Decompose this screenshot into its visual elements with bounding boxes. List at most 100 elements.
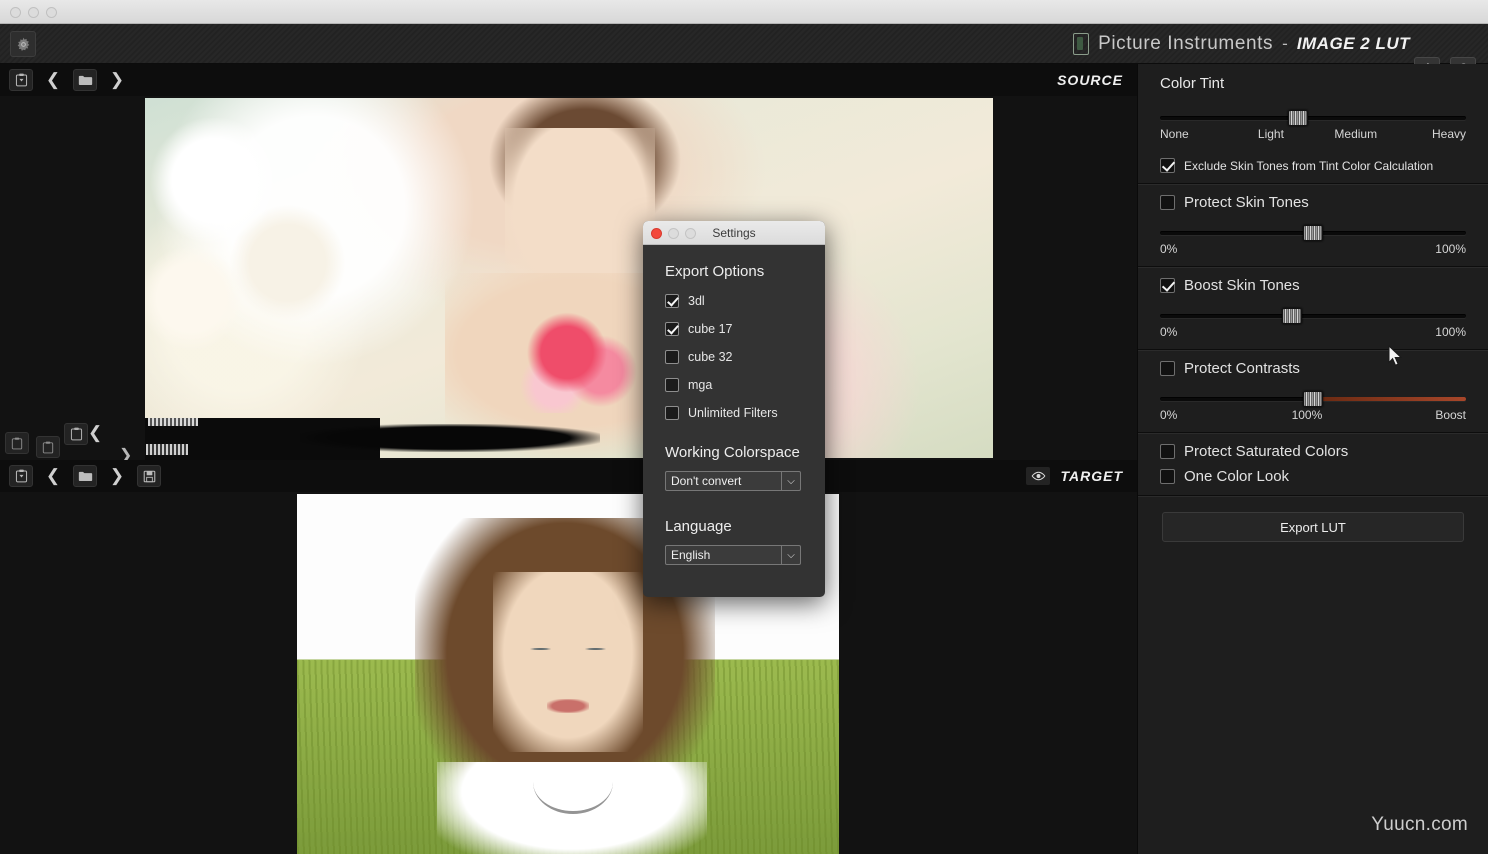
settings-dialog-title: Settings (712, 226, 755, 240)
target-previous-button[interactable]: ❮ (42, 465, 64, 487)
language-value: English (666, 548, 710, 562)
tick-light: Light (1258, 127, 1284, 141)
working-colorspace-value: Don't convert (666, 474, 741, 488)
dialog-close-button[interactable] (651, 228, 662, 239)
export-option-3dl-checkbox[interactable] (665, 294, 679, 308)
toolbar-ghost-artifact: ❮ ❯ (0, 418, 145, 460)
brand-dash: - (1282, 34, 1288, 54)
export-option-cube32-row[interactable]: cube 32 (665, 350, 803, 364)
export-option-unlimited-filters-row[interactable]: Unlimited Filters (665, 406, 803, 420)
one-color-look-row[interactable]: One Color Look (1160, 468, 1466, 485)
strip-artifact (146, 444, 188, 455)
boost-skin-tones-scale: 0% 100% (1160, 325, 1466, 341)
protect-contrasts-label: Protect Contrasts (1184, 360, 1300, 377)
settings-dialog[interactable]: Settings Export Options 3dl cube 17 cube… (643, 221, 825, 597)
protect-contrasts-row[interactable]: Protect Contrasts (1160, 360, 1466, 377)
export-option-cube32-checkbox[interactable] (665, 350, 679, 364)
boost-skin-tones-label: Boost Skin Tones (1184, 277, 1300, 294)
source-next-button[interactable]: ❯ (106, 69, 128, 91)
chevron-down-icon[interactable]: ⌵ (781, 546, 800, 564)
export-option-mga-checkbox[interactable] (665, 378, 679, 392)
target-preview-area[interactable] (0, 492, 1137, 854)
source-image[interactable] (145, 98, 993, 458)
section-protect-skin-tones: Protect Skin Tones 0% 100% (1138, 184, 1488, 267)
protect-saturated-colors-row[interactable]: Protect Saturated Colors (1160, 443, 1466, 460)
protect-skin-tones-row[interactable]: Protect Skin Tones (1160, 194, 1466, 211)
target-visibility-toggle[interactable] (1026, 467, 1050, 485)
source-open-folder-button[interactable] (73, 69, 97, 91)
chevron-left-icon: ❮ (46, 466, 60, 486)
target-image-necklace (533, 750, 613, 814)
section-color-tint: Color Tint None Light Medium Heavy Exclu… (1138, 64, 1488, 184)
source-toolbar: ❮ ❯ SOURCE (0, 64, 1137, 96)
dialog-minimize-button[interactable] (668, 228, 679, 239)
source-previous-button[interactable]: ❮ (42, 69, 64, 91)
protect-skin-tones-checkbox[interactable] (1160, 195, 1175, 210)
target-save-button[interactable] (137, 465, 161, 487)
window-maximize-button[interactable] (46, 7, 57, 18)
folder-icon (78, 470, 93, 482)
export-option-unlimited-filters-label: Unlimited Filters (688, 406, 778, 420)
target-open-folder-button[interactable] (73, 465, 97, 487)
dialog-maximize-button[interactable] (685, 228, 696, 239)
ghost-clipboard-button-c (64, 423, 88, 445)
protect-contrasts-checkbox[interactable] (1160, 361, 1175, 376)
protect-skin-tones-slider-knob[interactable] (1303, 225, 1323, 241)
protect-contrasts-slider[interactable] (1160, 391, 1466, 407)
protect-skin-max-label: 100% (1435, 242, 1466, 256)
boost-skin-tones-slider-track[interactable] (1160, 314, 1466, 318)
boost-skin-tones-slider[interactable] (1160, 308, 1466, 324)
protect-skin-tones-slider[interactable] (1160, 225, 1466, 241)
save-icon (143, 470, 156, 483)
source-image-blossoms (145, 118, 375, 368)
export-option-cube17-checkbox[interactable] (665, 322, 679, 336)
language-select[interactable]: English ⌵ (665, 545, 801, 565)
protect-contrasts-slider-knob[interactable] (1303, 391, 1323, 407)
protect-saturated-colors-checkbox[interactable] (1160, 444, 1175, 459)
one-color-look-checkbox[interactable] (1160, 469, 1175, 484)
export-option-unlimited-filters-checkbox[interactable] (665, 406, 679, 420)
target-next-button[interactable]: ❯ (106, 465, 128, 487)
chevron-left-icon: ❮ (46, 70, 60, 90)
export-option-cube17-row[interactable]: cube 17 (665, 322, 803, 336)
working-colorspace-select[interactable]: Don't convert ⌵ (665, 471, 801, 491)
exclude-skin-tones-row[interactable]: Exclude Skin Tones from Tint Color Calcu… (1160, 158, 1466, 173)
exclude-skin-tones-checkbox[interactable] (1160, 158, 1175, 173)
source-preview-area[interactable] (0, 96, 1137, 460)
settings-button[interactable] (10, 31, 36, 57)
settings-dialog-body: Export Options 3dl cube 17 cube 32 mga U… (643, 245, 825, 565)
color-tint-slider-knob[interactable] (1288, 110, 1308, 126)
export-lut-button[interactable]: Export LUT (1162, 512, 1464, 542)
target-image-face (493, 572, 643, 752)
settings-dialog-titlebar[interactable]: Settings (643, 221, 825, 245)
ghost-chevron-left-icon: ❮ (88, 423, 102, 443)
color-tint-title: Color Tint (1160, 64, 1466, 92)
source-pane-label: SOURCE (1057, 64, 1123, 96)
window-minimize-button[interactable] (28, 7, 39, 18)
target-load-clipboard-button[interactable] (9, 465, 33, 487)
target-pane-label: TARGET (1026, 460, 1123, 492)
export-option-mga-row[interactable]: mga (665, 378, 803, 392)
color-tint-slider[interactable] (1160, 110, 1466, 126)
protect-contrasts-mid-label: 100% (1292, 408, 1323, 422)
exclude-skin-tones-label: Exclude Skin Tones from Tint Color Calcu… (1184, 159, 1433, 173)
protect-contrasts-scale: 0% 100% Boost (1160, 408, 1466, 424)
brand-name: Picture Instruments (1098, 33, 1273, 55)
chevron-right-icon: ❯ (110, 70, 124, 90)
color-tint-scale: None Light Medium Heavy (1160, 127, 1466, 143)
export-options-heading: Export Options (665, 263, 803, 280)
protect-contrasts-min-label: 0% (1160, 408, 1177, 422)
export-option-3dl-row[interactable]: 3dl (665, 294, 803, 308)
mouse-cursor (1388, 345, 1404, 367)
color-tint-slider-track[interactable] (1160, 116, 1466, 120)
tick-heavy: Heavy (1432, 127, 1466, 141)
boost-skin-tones-checkbox[interactable] (1160, 278, 1175, 293)
gear-icon (16, 37, 31, 52)
boost-skin-tones-slider-knob[interactable] (1282, 308, 1302, 324)
chevron-down-icon[interactable]: ⌵ (781, 472, 800, 490)
source-load-clipboard-button[interactable] (9, 69, 33, 91)
window-close-button[interactable] (10, 7, 21, 18)
section-protect-contrasts: Protect Contrasts 0% 100% Boost (1138, 350, 1488, 433)
boost-skin-tones-row[interactable]: Boost Skin Tones (1160, 277, 1466, 294)
boost-skin-max-label: 100% (1435, 325, 1466, 339)
